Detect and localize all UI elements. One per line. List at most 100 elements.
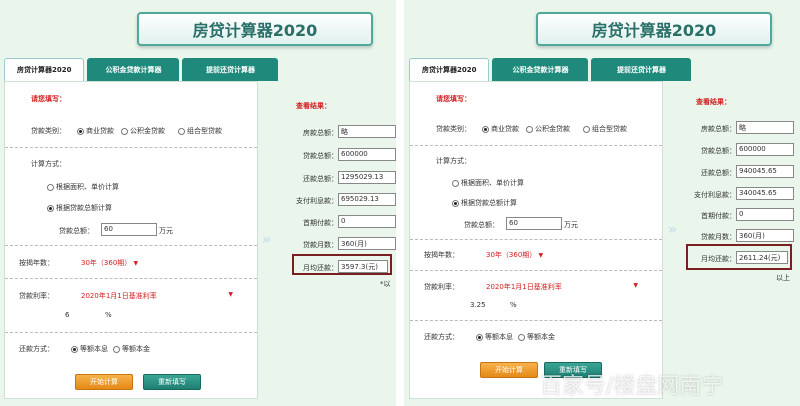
years-select[interactable]: 30年（360期） ▼ (81, 258, 138, 268)
years-select[interactable]: 30年（360期） ▼ (486, 250, 543, 260)
app-title: 房贷计算器2020 (536, 12, 772, 46)
radio-icon[interactable] (178, 127, 185, 135)
repay-method-label: 还款方式： (19, 345, 54, 353)
result-label-months: 贷款月数： (303, 241, 338, 249)
results-note: *以 (380, 280, 391, 288)
radio-icon[interactable] (583, 125, 590, 133)
radio-icon[interactable] (71, 345, 78, 353)
loan-amount-input[interactable]: 60 (506, 217, 562, 230)
tab-provident-fund-calculator[interactable]: 公积金贷款计算器 (492, 58, 589, 81)
rate-input[interactable]: 3.25 (470, 301, 486, 309)
watermark: 百家号/楼盘网南宁 (540, 374, 724, 399)
divider (410, 320, 662, 321)
result-monthly: 3597.3(元) (338, 260, 388, 273)
loan-amount-input[interactable]: 60 (101, 223, 157, 236)
tab-mortgage-calculator[interactable]: 房贷计算器2020 (4, 58, 85, 81)
result-label-months: 贷款月数： (701, 233, 736, 241)
result-label-down-payment: 首期付款： (701, 212, 736, 220)
divider (410, 145, 662, 146)
tab-bar: 房贷计算器2020 公积金贷款计算器 提前还贷计算器 (409, 58, 692, 81)
start-calculation-button[interactable]: 开始计算 (480, 362, 538, 378)
calc-method-total[interactable]: 根据贷款总额计算 (452, 198, 517, 208)
repay-equal-principal[interactable]: 等额本金 (113, 344, 150, 354)
years-label: 按揭年数： (424, 251, 459, 259)
tab-mortgage-calculator[interactable]: 房贷计算器2020 (409, 58, 490, 81)
image-divider (396, 0, 404, 406)
tab-prepayment-calculator[interactable]: 提前还贷计算器 (591, 58, 692, 81)
loan-type-commercial[interactable]: 商业贷款 (482, 124, 519, 134)
result-label-interest: 支付利息款： (694, 191, 736, 199)
dropdown-arrow-icon: ▼ (538, 252, 544, 259)
calc-method-area[interactable]: 根据面积、单价计算 (452, 178, 524, 188)
result-repay-total: 940045.65 (736, 165, 794, 178)
result-down-payment: 0 (338, 215, 396, 228)
rate-select[interactable]: 2020年1月1日基准利率 ▼ (81, 291, 233, 301)
radio-icon[interactable] (47, 204, 54, 212)
repay-equal-payment[interactable]: 等额本息 (476, 332, 513, 342)
form-heading: 请您填写： (436, 95, 471, 103)
dropdown-arrow-icon: ▼ (633, 282, 638, 289)
result-label-interest: 支付利息款： (296, 197, 338, 205)
rate-unit: % (510, 301, 517, 309)
calc-method-label: 计算方式： (436, 157, 471, 165)
results-panel: 查看结果： 房款总额： 略 贷款总额： 600000 还款总额： 940045.… (686, 81, 800, 406)
results-heading: 查看结果： (296, 102, 331, 110)
divider (5, 245, 257, 246)
calc-method-label: 计算方式： (31, 160, 66, 168)
radio-icon[interactable] (526, 125, 533, 133)
divider (5, 332, 257, 333)
tab-bar: 房贷计算器2020 公积金贷款计算器 提前还贷计算器 (4, 58, 279, 81)
radio-icon[interactable] (476, 333, 483, 341)
rate-select[interactable]: 2020年1月1日基准利率 ▼ (486, 282, 638, 292)
dropdown-arrow-icon: ▼ (133, 260, 139, 267)
radio-icon[interactable] (482, 125, 489, 133)
form-heading: 请您填写： (31, 95, 66, 103)
reset-button[interactable]: 重新填写 (143, 374, 201, 390)
radio-icon[interactable] (452, 199, 459, 207)
result-label-repay-total: 还款总额： (303, 175, 338, 183)
input-form: 请您填写： 贷款类别： 商业贷款 公积金贷款 组合型贷款 计算方式： 根据面积、… (4, 81, 258, 399)
chevron-right-icon: » (668, 222, 678, 238)
calc-method-area[interactable]: 根据面积、单价计算 (47, 182, 119, 192)
loan-amount-unit: 万元 (159, 227, 173, 235)
result-repay-total: 1295029.13 (338, 171, 396, 184)
radio-icon[interactable] (113, 345, 120, 353)
result-months: 360(月) (736, 229, 794, 242)
radio-icon[interactable] (518, 333, 525, 341)
tab-prepayment-calculator[interactable]: 提前还贷计算器 (182, 58, 279, 81)
result-down-payment: 0 (736, 208, 794, 221)
chevron-right-icon: » (262, 232, 272, 248)
left-calculator-panel: 房贷计算器2020 房贷计算器2020 公积金贷款计算器 提前还贷计算器 请您填… (0, 0, 396, 406)
radio-icon[interactable] (47, 183, 54, 191)
result-months: 360(月) (338, 237, 396, 250)
repay-equal-payment[interactable]: 等额本息 (71, 344, 108, 354)
loan-type-combo[interactable]: 组合型贷款 (178, 126, 222, 136)
dropdown-arrow-icon: ▼ (228, 291, 233, 298)
divider (410, 270, 662, 271)
radio-icon[interactable] (452, 179, 459, 187)
result-label-loan-total: 贷款总额： (303, 152, 338, 160)
result-label-loan-total: 贷款总额： (701, 147, 736, 155)
start-calculation-button[interactable]: 开始计算 (75, 374, 133, 390)
right-calculator-panel: 房贷计算器2020 房贷计算器2020 公积金贷款计算器 提前还贷计算器 请您填… (404, 0, 800, 406)
repay-equal-principal[interactable]: 等额本金 (518, 332, 555, 342)
input-form: 请您填写： 贷款类别： 商业贷款 公积金贷款 组合型贷款 计算方式： 根据面积、… (409, 81, 663, 399)
loan-type-commercial[interactable]: 商业贷款 (77, 126, 114, 136)
result-label-house-total: 房款总额： (701, 125, 736, 133)
radio-icon[interactable] (121, 127, 128, 135)
calc-method-total[interactable]: 根据贷款总额计算 (47, 203, 112, 213)
loan-amount-label: 贷款总额： (464, 221, 499, 229)
loan-type-fund[interactable]: 公积金贷款 (526, 124, 570, 134)
results-note: 以上 (776, 274, 790, 282)
results-heading: 查看结果： (696, 98, 731, 106)
app-title: 房贷计算器2020 (137, 12, 373, 46)
radio-icon[interactable] (77, 127, 84, 135)
loan-type-label: 贷款类别： (31, 127, 66, 135)
loan-type-combo[interactable]: 组合型贷款 (583, 124, 627, 134)
tab-provident-fund-calculator[interactable]: 公积金贷款计算器 (87, 58, 180, 81)
result-label-down-payment: 首期付款： (303, 219, 338, 227)
result-interest: 695029.13 (338, 193, 396, 206)
rate-label: 贷款利率： (19, 292, 54, 300)
loan-type-fund[interactable]: 公积金贷款 (121, 126, 165, 136)
rate-input[interactable]: 6 (65, 311, 69, 319)
